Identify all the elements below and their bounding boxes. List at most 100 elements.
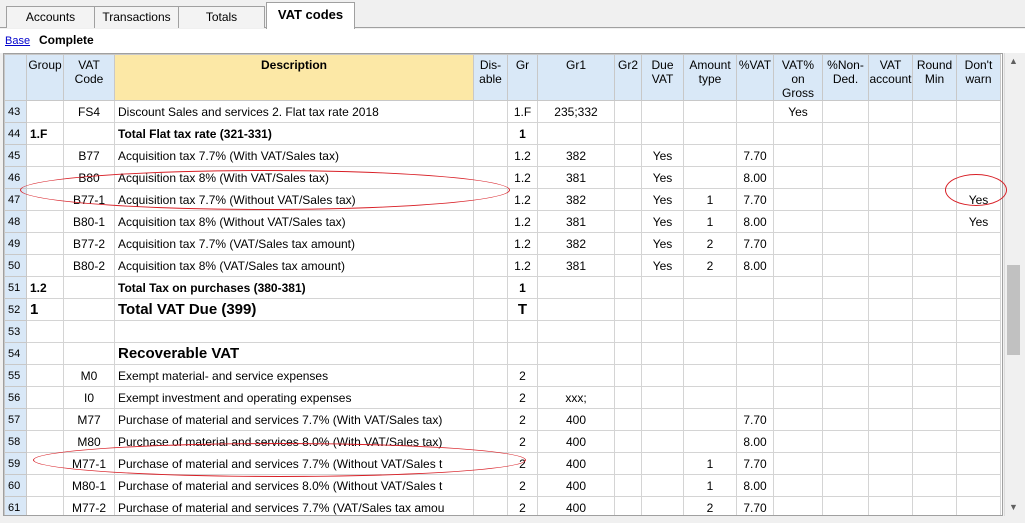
cell-group[interactable]: [26, 232, 64, 255]
cell-amount-type[interactable]: [683, 364, 737, 387]
cell-vat-code[interactable]: B80-2: [63, 254, 115, 277]
cell-vat-code[interactable]: FS4: [63, 100, 115, 123]
tab-accounts[interactable]: Accounts: [6, 6, 95, 28]
table-row[interactable]: 49 B77-2 Acquisition tax 7.7% (VAT/Sales t…: [4, 232, 1001, 255]
cell-round-min[interactable]: [912, 276, 957, 299]
cell-group[interactable]: [26, 430, 64, 453]
cell-disable[interactable]: [473, 298, 508, 321]
cell-dont-warn[interactable]: [956, 342, 1001, 365]
header-vat-code[interactable]: VAT Code: [63, 54, 115, 101]
cell-description[interactable]: Acquisition tax 7.7% (VAT/Sales tax amou…: [114, 232, 474, 255]
cell-due-vat[interactable]: [641, 386, 684, 409]
cell-round-min[interactable]: [912, 364, 957, 387]
cell-vat-on-gross[interactable]: [773, 364, 823, 387]
cell-gr1[interactable]: 400: [537, 452, 615, 475]
cell-vat-account[interactable]: [868, 254, 913, 277]
cell-pct-vat[interactable]: 8.00: [736, 430, 774, 453]
cell-gr2[interactable]: [614, 232, 642, 255]
cell-gr[interactable]: 1.2: [507, 144, 538, 167]
cell-amount-type[interactable]: [683, 298, 737, 321]
cell-description[interactable]: Total Flat tax rate (321-331): [114, 122, 474, 145]
cell-non-ded[interactable]: [822, 342, 869, 365]
cell-vat-account[interactable]: [868, 496, 913, 515]
cell-round-min[interactable]: [912, 254, 957, 277]
cell-description[interactable]: Discount Sales and services 2. Flat tax …: [114, 100, 474, 123]
cell-vat-code[interactable]: [63, 122, 115, 145]
cell-gr2[interactable]: [614, 452, 642, 475]
cell-vat-account[interactable]: [868, 100, 913, 123]
cell-pct-vat[interactable]: 7.70: [736, 408, 774, 431]
cell-pct-vat[interactable]: [736, 342, 774, 365]
scrollbar-thumb[interactable]: [1007, 265, 1020, 355]
cell-vat-code[interactable]: M77-1: [63, 452, 115, 475]
cell-due-vat[interactable]: Yes: [641, 144, 684, 167]
cell-dont-warn[interactable]: [956, 474, 1001, 497]
cell-disable[interactable]: [473, 232, 508, 255]
cell-gr1[interactable]: 235;332: [537, 100, 615, 123]
cell-gr2[interactable]: [614, 342, 642, 365]
cell-pct-vat[interactable]: 7.70: [736, 232, 774, 255]
cell-gr[interactable]: 1.2: [507, 210, 538, 233]
cell-pct-vat[interactable]: [736, 364, 774, 387]
cell-description[interactable]: Purchase of material and services 7.7% (…: [114, 452, 474, 475]
cell-vat-account[interactable]: [868, 452, 913, 475]
cell-vat-code[interactable]: B80: [63, 166, 115, 189]
cell-group[interactable]: [26, 100, 64, 123]
cell-amount-type[interactable]: 2: [683, 254, 737, 277]
cell-non-ded[interactable]: [822, 210, 869, 233]
cell-vat-code[interactable]: B80-1: [63, 210, 115, 233]
cell-pct-vat[interactable]: 8.00: [736, 254, 774, 277]
table-row[interactable]: 45 B77 Acquisition tax 7.7% (With VAT/Sale…: [4, 144, 1001, 167]
cell-round-min[interactable]: [912, 210, 957, 233]
cell-gr[interactable]: 2: [507, 386, 538, 409]
header-vat-account[interactable]: VAT account: [868, 54, 913, 101]
cell-description[interactable]: Acquisition tax 8% (VAT/Sales tax amount…: [114, 254, 474, 277]
cell-description[interactable]: Purchase of material and services 8.0% (…: [114, 474, 474, 497]
cell-dont-warn[interactable]: [956, 408, 1001, 431]
cell-vat-account[interactable]: [868, 364, 913, 387]
cell-round-min[interactable]: [912, 452, 957, 475]
cell-non-ded[interactable]: [822, 408, 869, 431]
cell-disable[interactable]: [473, 276, 508, 299]
cell-disable[interactable]: [473, 452, 508, 475]
cell-gr1[interactable]: 400: [537, 408, 615, 431]
cell-disable[interactable]: [473, 320, 508, 343]
cell-gr1[interactable]: 382: [537, 188, 615, 211]
cell-round-min[interactable]: [912, 144, 957, 167]
cell-gr1[interactable]: xxx;: [537, 386, 615, 409]
cell-description[interactable]: Purchase of material and services 7.7% (…: [114, 408, 474, 431]
cell-pct-vat[interactable]: 8.00: [736, 474, 774, 497]
table-row[interactable]: 59 M77-1 Purchase of material and services…: [4, 452, 1001, 475]
cell-group[interactable]: 1.F: [26, 122, 64, 145]
cell-round-min[interactable]: [912, 342, 957, 365]
cell-vat-account[interactable]: [868, 188, 913, 211]
cell-dont-warn[interactable]: [956, 386, 1001, 409]
cell-non-ded[interactable]: [822, 364, 869, 387]
cell-round-min[interactable]: [912, 122, 957, 145]
cell-round-min[interactable]: [912, 232, 957, 255]
cell-due-vat[interactable]: [641, 474, 684, 497]
cell-description[interactable]: Acquisition tax 8% (With VAT/Sales tax): [114, 166, 474, 189]
triangle-down-icon[interactable]: ▼: [1005, 499, 1022, 516]
cell-gr1[interactable]: [537, 320, 615, 343]
cell-gr2[interactable]: [614, 298, 642, 321]
cell-description[interactable]: Exempt material- and service expenses: [114, 364, 474, 387]
cell-round-min[interactable]: [912, 188, 957, 211]
cell-vat-on-gross[interactable]: [773, 452, 823, 475]
cell-description[interactable]: Total VAT Due (399): [114, 298, 474, 321]
cell-gr1[interactable]: 400: [537, 496, 615, 515]
cell-gr2[interactable]: [614, 430, 642, 453]
cell-due-vat[interactable]: [641, 496, 684, 515]
cell-pct-vat[interactable]: [736, 276, 774, 299]
cell-disable[interactable]: [473, 496, 508, 515]
table-row[interactable]: 43 FS4 Discount Sales and services 2. Flat…: [4, 100, 1001, 123]
cell-due-vat[interactable]: Yes: [641, 188, 684, 211]
table-row[interactable]: 57 M77 Purchase of material and services 7…: [4, 408, 1001, 431]
table-row[interactable]: 51 1.2 Total Tax on purchases (380-381) 1: [4, 276, 1001, 299]
triangle-up-icon[interactable]: ▲: [1005, 53, 1022, 70]
cell-vat-on-gross[interactable]: [773, 276, 823, 299]
cell-round-min[interactable]: [912, 496, 957, 515]
table-row[interactable]: 56 I0 Exempt investment and operating expe…: [4, 386, 1001, 409]
cell-pct-vat[interactable]: [736, 122, 774, 145]
cell-group[interactable]: 1: [26, 298, 64, 321]
